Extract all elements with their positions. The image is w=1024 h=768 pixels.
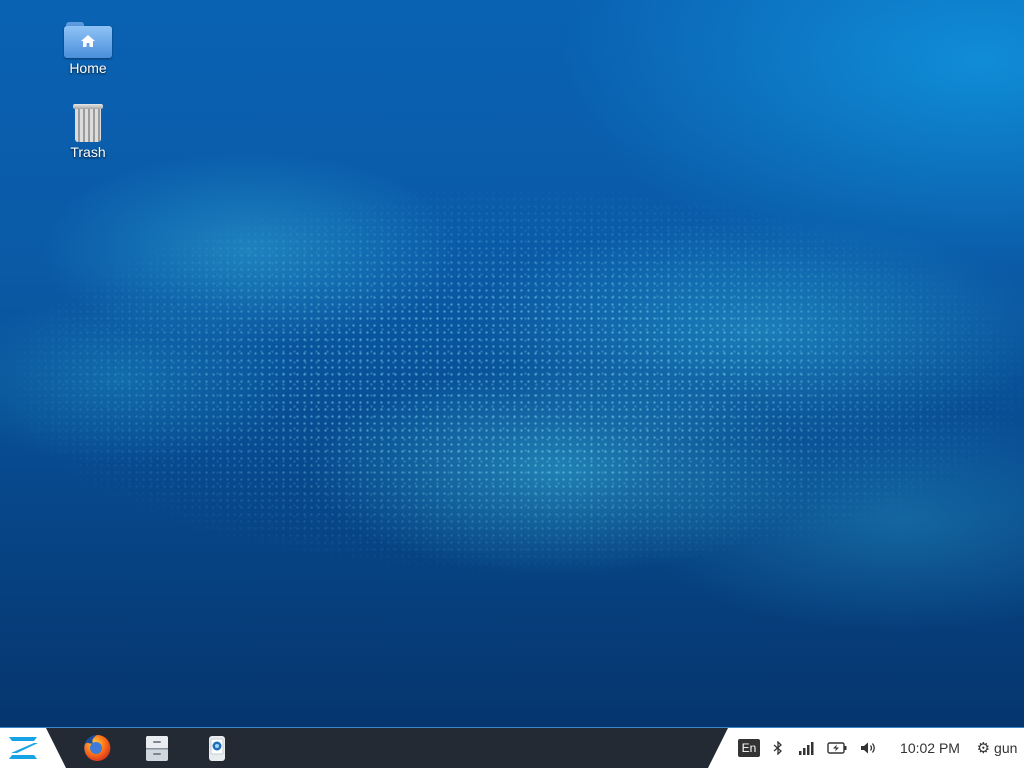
volume-icon xyxy=(861,742,875,754)
keyboard-layout-indicator[interactable]: En xyxy=(737,728,761,768)
system-tray: En 10:02 PM ⚙ gun xyxy=(708,728,1024,768)
desktop-icon-label: Home xyxy=(69,60,107,76)
keyboard-layout-label: En xyxy=(737,739,761,757)
firefox-launcher[interactable] xyxy=(82,733,112,763)
firefox-icon xyxy=(84,734,111,761)
bluetooth-indicator[interactable] xyxy=(770,728,786,768)
software-store-icon xyxy=(209,736,225,761)
file-manager-icon xyxy=(146,736,168,761)
zorin-logo-icon xyxy=(9,737,38,759)
network-indicator[interactable] xyxy=(796,728,816,768)
taskbar: En 10:02 PM ⚙ gun xyxy=(0,727,1024,768)
bluetooth-icon xyxy=(773,741,782,755)
user-menu[interactable]: ⚙ gun xyxy=(972,728,1022,768)
trash-icon xyxy=(73,104,103,142)
battery-indicator[interactable] xyxy=(826,728,848,768)
user-name: gun xyxy=(994,740,1018,756)
desktop-icon-home[interactable]: Home xyxy=(58,22,118,76)
software-store-launcher[interactable] xyxy=(202,733,232,763)
desktop-icon-trash[interactable]: Trash xyxy=(58,104,118,160)
gear-icon: ⚙ xyxy=(976,740,991,757)
home-folder-icon xyxy=(64,22,112,58)
clock-time: 10:02 PM xyxy=(900,740,960,756)
desktop-icon-label: Trash xyxy=(70,144,106,160)
volume-indicator[interactable] xyxy=(858,728,880,768)
desktop[interactable]: Home Trash En 10:02 PM ⚙ gun xyxy=(0,0,1024,768)
clock[interactable]: 10:02 PM xyxy=(890,728,970,768)
battery-charging-icon xyxy=(827,742,847,754)
signal-strength-icon xyxy=(799,742,814,755)
file-manager-launcher[interactable] xyxy=(142,733,172,763)
start-menu-button[interactable] xyxy=(0,728,66,768)
